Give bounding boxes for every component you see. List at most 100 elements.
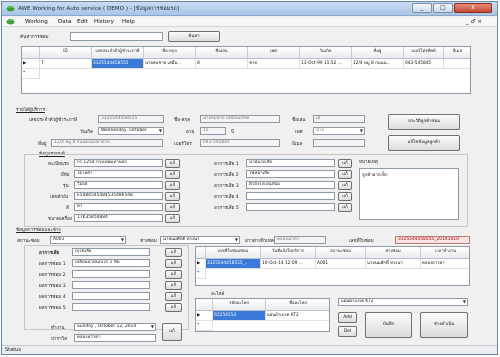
table-cell[interactable]: 043-545845 xyxy=(404,59,444,69)
edit-color-button[interactable]: แก้ xyxy=(165,203,180,212)
menu-help[interactable]: Help xyxy=(122,19,135,25)
jobs-grid[interactable]: เลขที่ใบซ่อมซ่อม วันที่แจ้งใบบริการ สถาน… xyxy=(195,246,470,286)
close-button[interactable]: x xyxy=(454,3,492,13)
work-result-5-field[interactable] xyxy=(72,303,150,311)
delete-part-button[interactable]: Del xyxy=(338,326,357,337)
edit-customer-button[interactable]: แก้ไขข้อมูลลูกค้า xyxy=(388,135,460,151)
symptom-3-field[interactable]: ตัวถังรถเป็นสนิม xyxy=(246,181,335,189)
col-tax-id[interactable]: เลขประจำตัวผู้ชำระภาษี xyxy=(92,47,144,59)
age-field[interactable]: 15 xyxy=(200,127,226,135)
phone-field[interactable]: 043-545845 xyxy=(200,139,280,147)
work-result-2-field[interactable] xyxy=(72,270,150,278)
edit-symptom-4-button[interactable]: แก้ xyxy=(338,192,352,201)
customer-history-button[interactable]: ประวัติลูกค้าซ่อม xyxy=(388,114,460,130)
table-cell[interactable]: ต้ xyxy=(196,59,248,69)
table-cell[interactable]: 10-Oct-14 12:09 ... xyxy=(261,259,316,269)
edit-work-symptom-button[interactable]: แก้ xyxy=(165,248,182,257)
work-result-3-field[interactable] xyxy=(72,281,150,289)
edit-work-result-4-button[interactable]: แก้ xyxy=(165,292,182,301)
search-button[interactable]: ค้นหา xyxy=(168,31,220,42)
table-cell[interactable]: 13-Oct-99 11:52 ... xyxy=(300,59,352,69)
edit-model-button[interactable]: แก้ xyxy=(165,181,180,190)
save-button[interactable]: บันทึก xyxy=(365,312,412,338)
new-row-marker[interactable]: * xyxy=(196,269,206,279)
work-result-4-field[interactable] xyxy=(72,292,150,300)
work-time-field[interactable]: คลองเยวลา xyxy=(274,236,326,244)
start-repair-button[interactable]: ช่างดำเนิน xyxy=(420,312,468,338)
edit-work-result-5-button[interactable]: แก้ xyxy=(165,303,182,312)
edit-symptom-5-button[interactable]: แก้ xyxy=(338,203,352,212)
col-phone[interactable]: เบอร์โทรศัพท์ xyxy=(404,47,444,59)
repair-status-select[interactable]: A001 ▼ xyxy=(50,236,126,244)
col-job-status[interactable]: สถานะซ่อม xyxy=(316,247,366,259)
model-field[interactable]: วีออส xyxy=(74,181,163,189)
table-cell[interactable]: 3325544458555 xyxy=(92,59,144,69)
work-symptom-field[interactable]: เบรคเสีย xyxy=(72,248,150,256)
restore-button[interactable]: □ xyxy=(433,3,453,13)
mechanic-select[interactable]: นายนมศักดิ์ ทรงนา ▼ xyxy=(160,236,240,244)
edit-work-result-2-button[interactable]: แก้ xyxy=(165,270,182,279)
col-name[interactable]: ชื่อ-สกุล xyxy=(144,47,196,59)
note-textarea[interactable]: ลูกค้าฝากเช็ก xyxy=(359,168,459,220)
col-birthdate[interactable]: วันเกิด xyxy=(300,47,352,59)
edit-symptom-1-button[interactable]: แก้ xyxy=(338,159,352,168)
add-part-button[interactable]: Add xyxy=(338,312,357,323)
tax-id-field[interactable]: 3325544458555 xyxy=(98,115,164,123)
edit-brand-button[interactable]: แก้ xyxy=(165,170,180,179)
row-marker[interactable]: ▶ xyxy=(196,311,213,321)
row-marker[interactable]: ▶ xyxy=(196,259,206,269)
menu-edit[interactable]: Edit xyxy=(77,19,88,25)
col-address[interactable]: ที่อยู่ xyxy=(352,47,404,59)
edit-date-button[interactable]: แก้ xyxy=(162,323,182,341)
brand-field[interactable]: โตโยต้า xyxy=(74,170,163,178)
table-cell[interactable]: 7 xyxy=(40,59,92,69)
results-grid[interactable]: ID เลขประจำตัวผู้ชำระภาษี ชื่อ-สกุล ชื่อ… xyxy=(21,46,471,94)
edit-symptom-2-button[interactable]: แก้ xyxy=(338,170,352,179)
plate-field[interactable]: กร 1254 กรุงเทพมหานคร xyxy=(74,159,163,167)
mdi-window-controls[interactable]: _ ♂ × xyxy=(466,19,482,25)
table-cell[interactable]: 3325544458555_... xyxy=(206,259,261,269)
app-menu-icon[interactable] xyxy=(6,18,15,25)
symptom-4-field[interactable] xyxy=(246,192,335,200)
birthdate-picker[interactable]: Wednesday, October ▼ xyxy=(98,127,164,135)
col-job-number[interactable]: เลขที่ใบซ่อมซ่อม xyxy=(206,247,261,259)
symptom-2-field[interactable]: ไฟหน้าเสีย xyxy=(246,170,335,178)
table-cell[interactable] xyxy=(444,59,470,69)
col-job-mechanic[interactable]: ช่างซ่อม xyxy=(366,247,421,259)
table-cell[interactable]: คลองยาวลา xyxy=(421,259,469,269)
minimize-button[interactable]: _ xyxy=(412,3,432,13)
col-job-date[interactable]: วันที่แจ้งใบบริการ xyxy=(261,247,316,259)
menu-data[interactable]: Data xyxy=(58,19,71,25)
col-id[interactable]: ID xyxy=(40,47,92,59)
engine-size-field[interactable]: 17K35854884 xyxy=(74,214,163,222)
vin-field[interactable]: E5484545484535486548 xyxy=(74,192,163,200)
color-field[interactable]: ดำ xyxy=(74,203,163,211)
job-number-field[interactable]: 3325544458555_20141010 xyxy=(395,236,470,244)
edit-plate-button[interactable]: แก้ xyxy=(165,159,180,168)
table-cell[interactable]: นายนมศักดิ์ ทรงนา xyxy=(366,259,421,269)
symptom-5-field[interactable] xyxy=(246,203,335,211)
menu-history[interactable]: History xyxy=(94,19,114,25)
email-field[interactable] xyxy=(313,139,365,147)
col-job-worktime[interactable]: เวลาทำงาน xyxy=(421,247,469,259)
row-marker[interactable]: ▶ xyxy=(22,59,40,69)
table-cell[interactable]: R2254554 xyxy=(213,311,266,321)
staff-field[interactable]: คลองหวาดา xyxy=(74,334,156,342)
table-cell[interactable]: นายสมชาย เสมือ... xyxy=(144,59,196,69)
symptom-1-field[interactable]: น้ำมันรถเสีย xyxy=(246,159,335,167)
new-row-marker[interactable]: * xyxy=(22,69,40,79)
menu-working[interactable]: Working xyxy=(25,19,48,25)
sex-select[interactable]: ชาย ▼ xyxy=(313,127,365,135)
work-date-picker[interactable]: Sunday , October 12, 2014 ▼ xyxy=(74,323,156,331)
edit-work-result-1-button[interactable]: แก้ xyxy=(165,259,182,268)
col-sex[interactable]: เพศ xyxy=(248,47,300,59)
work-result-1-field[interactable]: เปลี่ยนน้ำมันเบรก 1 ขีด xyxy=(72,259,150,267)
col-part-code[interactable]: รหัสอะไหล่ xyxy=(213,299,266,311)
table-cell[interactable]: A001 xyxy=(316,259,366,269)
parts-grid[interactable]: รหัสอะไหล่ ชื่ออะไหล่ ▶ R2254554 แผ่นผ้า… xyxy=(195,298,330,332)
col-email[interactable]: อีเมล xyxy=(444,47,470,59)
address-field[interactable]: 12/4 หมู่ 8 ถนนดอนปลาดาย xyxy=(51,139,163,147)
table-cell[interactable]: ชาย xyxy=(248,59,300,69)
edit-vin-button[interactable]: แก้ xyxy=(165,192,180,201)
col-part-name[interactable]: ชื่ออะไหล่ xyxy=(266,299,329,311)
